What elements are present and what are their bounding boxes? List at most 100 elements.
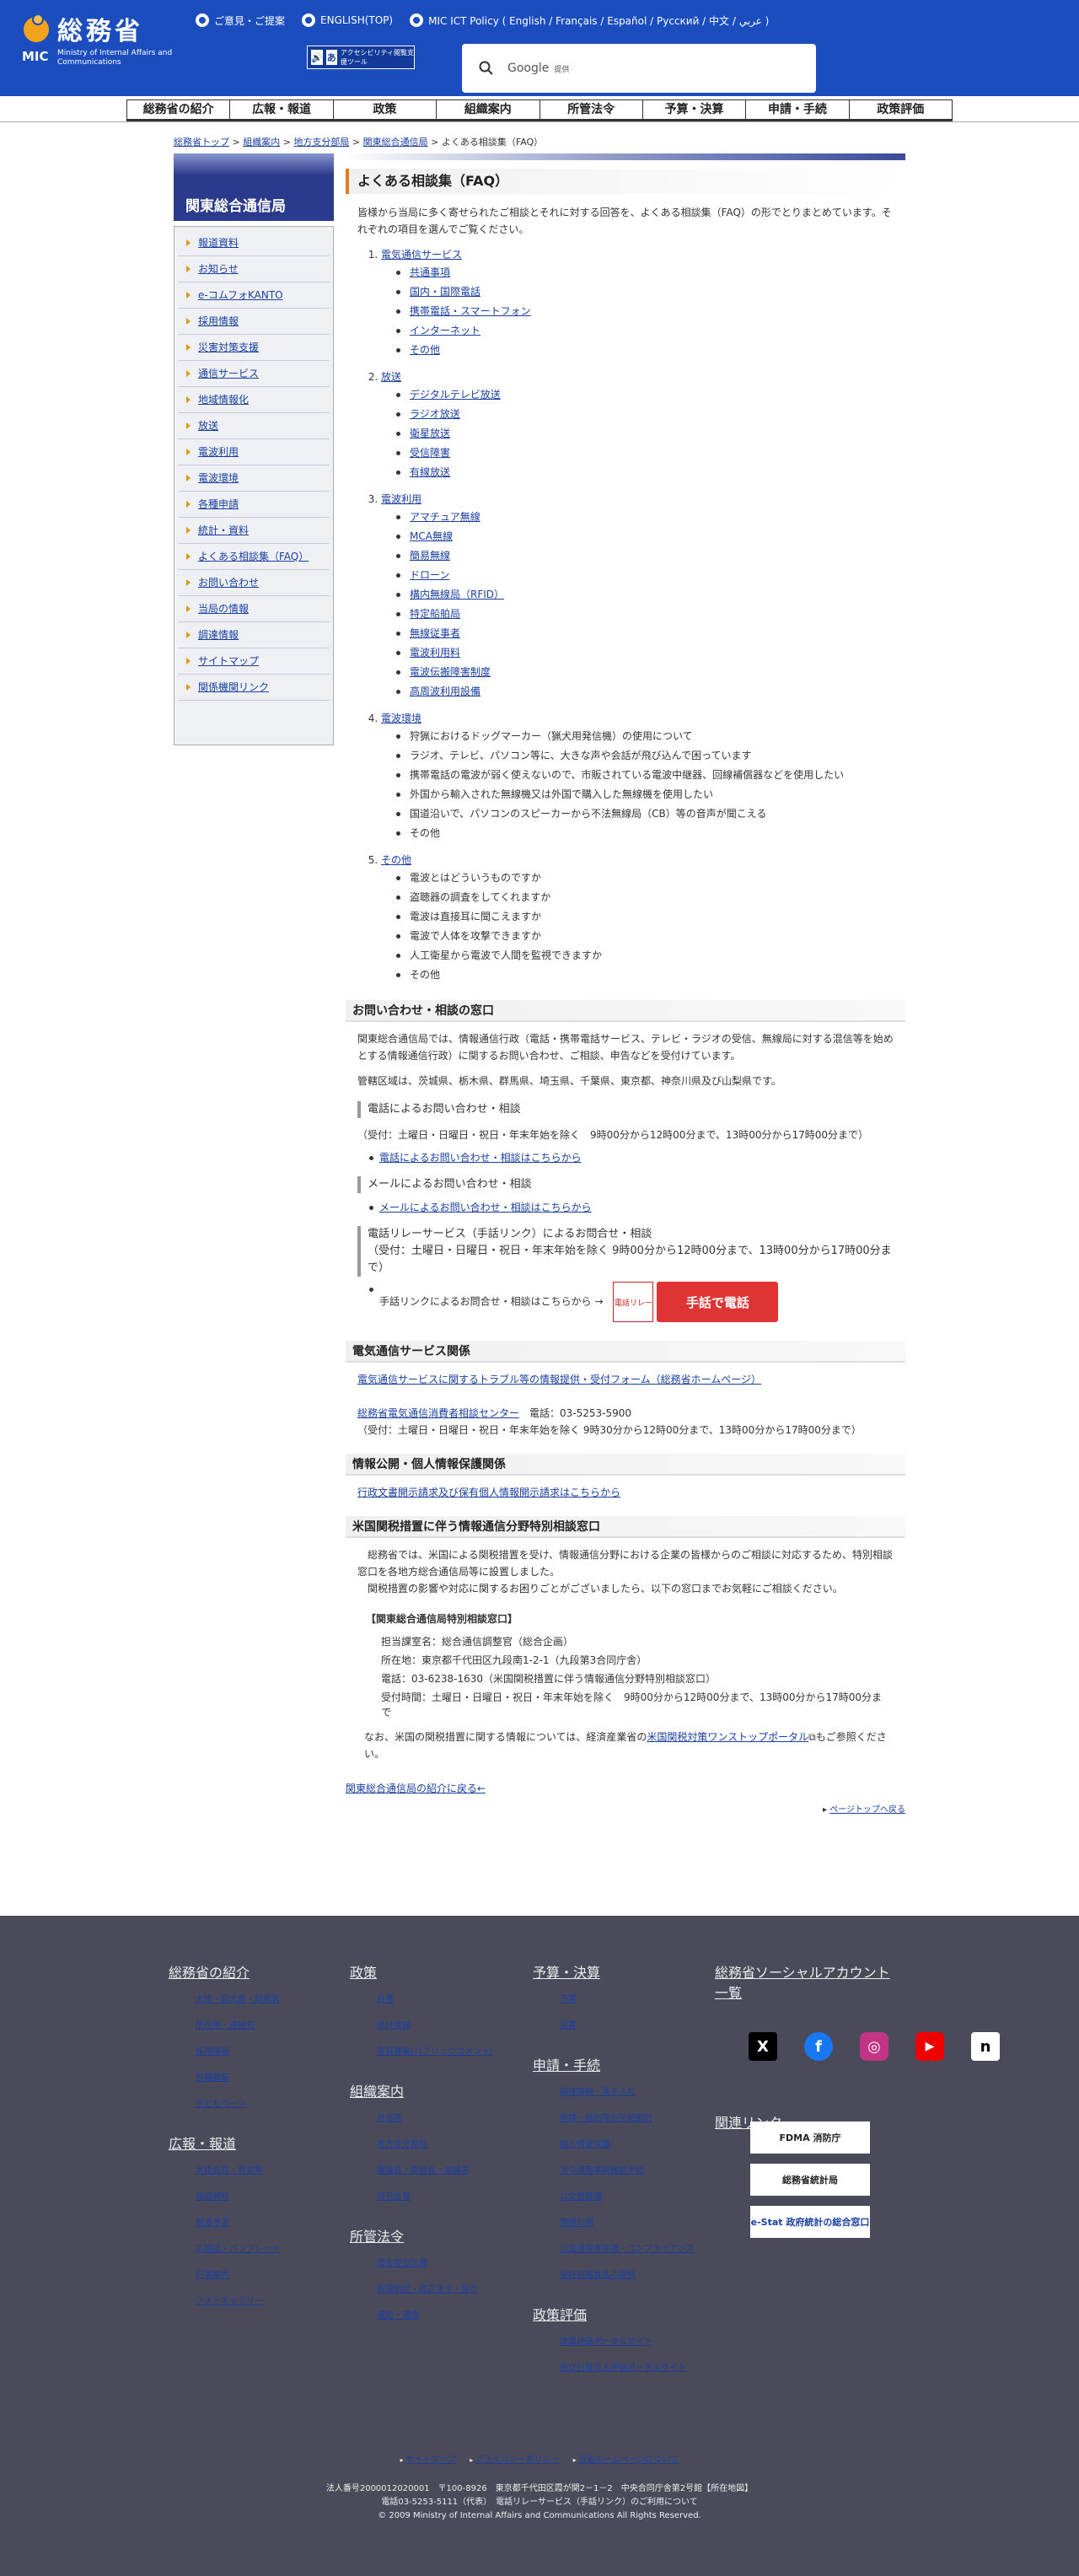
footer-link[interactable]: 採用情報 <box>196 2047 229 2057</box>
gnav-laws[interactable]: 所管法令 <box>540 99 643 121</box>
search-box[interactable]: Google 提供 <box>462 44 816 93</box>
faq-item-link[interactable]: インターネット <box>410 325 480 336</box>
footer-link[interactable]: 大臣・副大臣・政務官 <box>196 1995 280 2004</box>
sign-language-call-button[interactable]: 手話で電話 <box>657 1282 779 1322</box>
faq-item[interactable]: 構内無線局（RFID） <box>396 585 905 605</box>
footer-link[interactable]: 報道資料 <box>196 2192 229 2202</box>
footer-heading[interactable]: 広報・報道 <box>169 2132 280 2153</box>
faq-item[interactable]: 無線従事者 <box>396 624 905 643</box>
footer-heading[interactable]: 予算・決算 <box>533 1961 694 1982</box>
faq-item[interactable]: ドローン <box>396 566 905 585</box>
faq-item-link[interactable]: デジタルテレビ放送 <box>410 389 501 401</box>
sidebar-item-link[interactable]: 放送 <box>198 420 218 432</box>
footer-privacy-link[interactable]: プライバシーポリシー <box>475 2455 560 2465</box>
sidebar-item-link[interactable]: 統計・資料 <box>198 524 249 536</box>
us-tariff-portal-link[interactable]: 米国関税対策ワンストップポータル <box>647 1731 808 1743</box>
gnav-evaluation[interactable]: 政策評価 <box>849 99 953 121</box>
telecom-trouble-form-link[interactable]: 電気通信サービスに関するトラブル等の情報提供・受付フォーム（総務省ホームページ） <box>357 1374 761 1385</box>
sidebar-item-link[interactable]: 採用情報 <box>198 315 239 327</box>
faq-category-link[interactable]: 電波環境 <box>381 710 905 727</box>
consumer-center-link[interactable]: 総務省電気通信消費者相談センター <box>357 1407 519 1419</box>
sidebar-item[interactable]: 採用情報 <box>178 309 330 335</box>
faq-item[interactable]: 有線放送 <box>396 463 905 482</box>
gnav-budget[interactable]: 予算・決算 <box>642 99 747 121</box>
sidebar-item-link[interactable]: お問い合わせ <box>198 577 259 589</box>
footer-link[interactable]: 公益通報者保護・コンプライアンス <box>560 2245 694 2254</box>
note-icon[interactable]: n <box>971 2032 1000 2061</box>
footer-heading[interactable]: 組織案内 <box>350 2080 493 2100</box>
gnav-applications[interactable]: 申請・手続 <box>746 99 850 121</box>
footer-heading[interactable]: 申請・手続 <box>533 2054 694 2074</box>
sidebar-item-link[interactable]: サイトマップ <box>198 655 259 667</box>
breadcrumb-link[interactable]: 総務省トップ <box>174 137 229 148</box>
faq-item-link[interactable]: ラジオ放送 <box>410 408 460 420</box>
social-heading[interactable]: 総務省ソーシャルアカウント一覧 <box>715 1961 900 2002</box>
sidebar-item[interactable]: お知らせ <box>178 256 330 282</box>
youtube-icon[interactable]: ▶ <box>915 2032 944 2061</box>
sidebar-item[interactable]: 放送 <box>178 413 330 439</box>
gnav-press[interactable]: 広報・報道 <box>230 99 334 121</box>
header-link-feedback[interactable]: ご意見・ご提案 <box>196 12 285 29</box>
gnav-about[interactable]: 総務省の紹介 <box>127 99 231 121</box>
facebook-icon[interactable]: f <box>804 2032 833 2061</box>
faq-item-link[interactable]: 携帯電話・スマートフォン <box>410 305 531 317</box>
faq-item[interactable]: その他 <box>396 341 905 360</box>
faq-item-link[interactable]: 電波伝搬障害制度 <box>410 666 491 678</box>
faq-item-link[interactable]: 簡易無線 <box>410 550 450 562</box>
footer-link[interactable]: 地方支分部局 <box>377 2140 427 2149</box>
footer-link[interactable]: 白書 <box>377 1995 394 2004</box>
footer-about-link[interactable]: 当省ホームページについて <box>578 2455 679 2465</box>
faq-category-link[interactable]: 電波利用 <box>381 491 905 508</box>
footer-link[interactable]: 決算 <box>560 2021 577 2030</box>
faq-item-link[interactable]: 受信障害 <box>410 447 450 459</box>
faq-item[interactable]: 電波利用料 <box>396 643 905 663</box>
sidebar-item[interactable]: 通信サービス <box>178 361 330 387</box>
faq-category-link[interactable]: 電気通信サービス <box>381 246 905 263</box>
faq-category-link[interactable]: 放送 <box>381 368 905 385</box>
sidebar-item-link[interactable]: よくある相談集（FAQ） <box>198 551 309 562</box>
footer-link[interactable]: 個人情報保護 <box>560 2140 610 2149</box>
faq-item[interactable]: 受信障害 <box>396 444 905 463</box>
footer-link[interactable]: 報道予定 <box>196 2218 229 2228</box>
sidebar-item[interactable]: お問い合わせ <box>178 570 330 596</box>
footer-sitemap-link[interactable]: サイトマップ <box>405 2455 456 2465</box>
sidebar-title[interactable]: 関東総合通信局 <box>174 153 334 221</box>
faq-item[interactable]: インターネット <box>396 321 905 341</box>
footer-link[interactable]: 受託収賄食品の提供 <box>560 2271 636 2280</box>
faq-item[interactable]: 電波伝搬障害制度 <box>396 663 905 682</box>
phone-contact-link[interactable]: 電話によるお問い合わせ・相談はこちらから <box>379 1152 582 1164</box>
faq-item[interactable]: MCA無線 <box>396 527 905 546</box>
sidebar-item[interactable]: サイトマップ <box>178 648 330 675</box>
fdma-banner[interactable]: FDMA 消防庁 <box>750 2122 870 2154</box>
footer-link[interactable]: 申請・届出等の手続案内 <box>560 2114 652 2123</box>
x-icon[interactable]: X <box>749 2032 777 2061</box>
faq-item-link[interactable]: MCA無線 <box>410 530 453 542</box>
faq-item-link[interactable]: 構内無線局（RFID） <box>410 589 504 600</box>
sidebar-item[interactable]: 当局の情報 <box>178 596 330 622</box>
mic-logo[interactable]: 総務省 MIC Ministry of Internal Affairs and… <box>20 12 180 71</box>
header-link-english[interactable]: ENGLISH(TOP) <box>302 12 393 29</box>
sidebar-item-link[interactable]: お知らせ <box>198 263 239 275</box>
relay-service-banner[interactable]: 電話リレー 手話で電話 <box>613 1282 779 1322</box>
footer-link[interactable]: 意見募集(パブリックコメント) <box>377 2047 493 2057</box>
gnav-policy[interactable]: 政策 <box>333 99 438 121</box>
footer-link[interactable]: 行事案内 <box>196 2271 229 2280</box>
faq-item-link[interactable]: 高周波利用設備 <box>410 686 480 697</box>
footer-link[interactable]: 国会提出法案 <box>377 2259 427 2268</box>
gnav-organization[interactable]: 組織案内 <box>437 99 540 121</box>
stats-bureau-banner[interactable]: 総務省統計局 <box>750 2164 870 2196</box>
faq-item-link[interactable]: 無線従事者 <box>410 627 460 639</box>
footer-link[interactable]: 研究会等 <box>377 2192 411 2202</box>
sidebar-item[interactable]: e-コムフォKANTO <box>178 282 330 309</box>
footer-link[interactable]: 調達情報・電子入札 <box>560 2088 636 2097</box>
sidebar-item-link[interactable]: 調達情報 <box>198 629 239 641</box>
sidebar-item-link[interactable]: e-コムフォKANTO <box>198 289 283 301</box>
footer-link[interactable]: 所在地・連絡先 <box>196 2021 255 2030</box>
footer-link[interactable]: 統計情報 <box>377 2021 411 2030</box>
footer-link[interactable]: 公文書管理 <box>560 2192 602 2202</box>
sidebar-item[interactable]: よくある相談集（FAQ） <box>178 544 330 570</box>
footer-link[interactable]: 新規制定・改正法令・告示 <box>377 2285 478 2294</box>
sidebar-item[interactable]: 各種申請 <box>178 492 330 518</box>
sidebar-item[interactable]: 調達情報 <box>178 622 330 648</box>
footer-link[interactable]: 広報誌・パンフレット <box>196 2245 280 2254</box>
